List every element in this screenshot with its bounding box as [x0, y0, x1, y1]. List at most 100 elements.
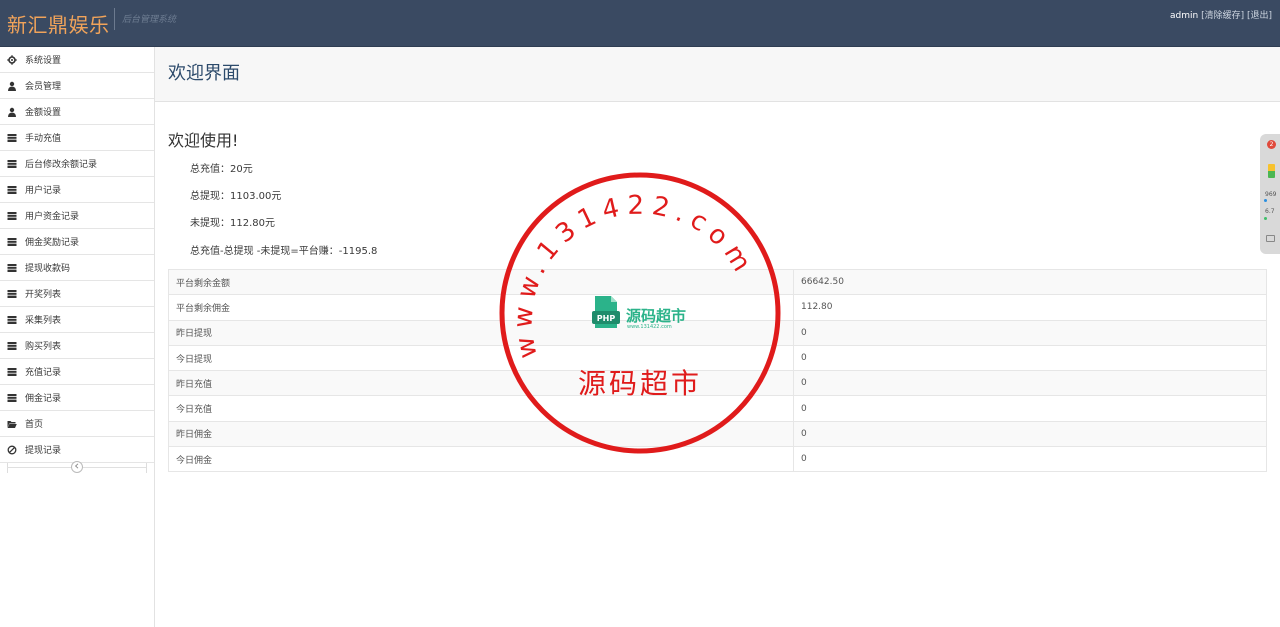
table-row: 今日充值 0 [168, 395, 1267, 422]
stat-total-recharge: 总充值：20元 [190, 164, 253, 175]
table-cell-label: 今日提现 [168, 344, 794, 372]
sidebar-item-label: 佣金记录 [25, 394, 62, 404]
sidebar-item-label: 提现收款码 [25, 264, 71, 274]
table-row: 平台剩余佣金 112.80 [168, 294, 1267, 321]
table-row: 今日提现 0 [168, 344, 1267, 372]
ban-icon [7, 445, 17, 455]
list-icon [7, 133, 17, 143]
status-dot-icon [1264, 199, 1267, 202]
list-icon [7, 341, 17, 351]
list-icon [7, 159, 17, 169]
sidebar-item-label: 用户记录 [25, 186, 62, 196]
sidebar-item-label: 手动充值 [25, 134, 62, 144]
brand-subtitle: 后台管理系统 [122, 15, 177, 25]
sidebar-item-label: 后台修改余额记录 [25, 160, 98, 170]
sidebar-item-label: 充值记录 [25, 368, 62, 378]
table-cell-value: 0 [793, 344, 1267, 372]
welcome-heading: 欢迎使用! [168, 131, 239, 150]
table-cell-label: 今日充值 [168, 395, 794, 422]
table-cell-label: 平台剩余佣金 [168, 294, 794, 321]
sidebar-item-label: 首页 [25, 420, 44, 430]
table-cell-value: 66642.50 [793, 268, 1267, 296]
sidebar-item-label: 购买列表 [25, 342, 62, 352]
sidebar-item-commission-records[interactable]: 佣金记录 [0, 385, 154, 411]
table-cell-value: 0 [793, 319, 1267, 346]
sidebar-item-label: 用户资金记录 [25, 212, 80, 222]
stat-pending-withdraw: 未提现：112.80元 [190, 218, 275, 229]
list-icon [7, 185, 17, 195]
sidebar-item-label: 金额设置 [25, 108, 62, 118]
collapse-bar-right [146, 463, 147, 473]
list-icon [7, 263, 17, 273]
table-row: 昨日提现 0 [168, 319, 1267, 346]
table-row: 昨日充值 0 [168, 370, 1267, 397]
table-row: 今日佣金 0 [168, 446, 1267, 473]
list-icon [7, 211, 17, 221]
page-title: 欢迎界面 [168, 63, 240, 84]
sidebar-item-label: 提现记录 [25, 446, 62, 456]
user-area: admin [清除缓存] [退出] [1170, 8, 1272, 21]
floating-monitor-widget[interactable]: 2 969 6.7 [1260, 134, 1280, 254]
signal-bars-icon [1268, 164, 1275, 178]
sidebar-item-label: 会员管理 [25, 82, 62, 92]
sidebar-item-commission-reward-records[interactable]: 佣金奖励记录 [0, 229, 154, 255]
widget-number-1: 969 [1265, 191, 1277, 198]
table-row: 昨日佣金 0 [168, 420, 1267, 448]
sidebar-item-purchase-list[interactable]: 购买列表 [0, 333, 154, 359]
sidebar-item-amount-settings[interactable]: 金额设置 [0, 99, 154, 125]
collapse-bar-left [7, 463, 8, 473]
sidebar-item-member-management[interactable]: 会员管理 [0, 73, 154, 99]
sidebar-item-system-settings[interactable]: 系统设置 [0, 47, 154, 73]
sidebar-item-label: 系统设置 [25, 56, 62, 66]
sidebar-item-user-fund-records[interactable]: 用户资金记录 [0, 203, 154, 229]
sidebar-collapse-button[interactable] [71, 461, 83, 473]
list-icon [7, 289, 17, 299]
table-cell-value: 0 [793, 395, 1267, 422]
user-icon [7, 107, 17, 117]
sidebar-item-withdraw-qrcode[interactable]: 提现收款码 [0, 255, 154, 281]
sidebar: 系统设置 会员管理 金额设置 手动充值 后台修改余额记录 用户记录 用户资金记录… [0, 47, 155, 627]
chevron-left-icon [74, 463, 80, 471]
table-cell-value: 0 [793, 420, 1267, 448]
sidebar-item-home[interactable]: 首页 [0, 411, 154, 437]
sidebar-item-collect-list[interactable]: 采集列表 [0, 307, 154, 333]
sidebar-item-recharge-records[interactable]: 充值记录 [0, 359, 154, 385]
list-icon [7, 315, 17, 325]
sidebar-item-label: 采集列表 [25, 316, 62, 326]
gear-icon [7, 54, 17, 65]
folder-open-icon [7, 419, 17, 429]
sidebar-item-user-records[interactable]: 用户记录 [0, 177, 154, 203]
page-header: 欢迎界面 [155, 47, 1280, 102]
table-cell-label: 昨日提现 [168, 319, 794, 346]
camera-icon[interactable] [1266, 235, 1275, 242]
status-dot-icon [1264, 217, 1267, 220]
notification-badge: 2 [1267, 140, 1276, 149]
sidebar-item-balance-edit-records[interactable]: 后台修改余额记录 [0, 151, 154, 177]
table-cell-value: 0 [793, 370, 1267, 397]
clear-cache-link[interactable]: [清除缓存] [1201, 11, 1244, 21]
brand-divider [114, 8, 115, 30]
top-navbar: 新汇鼎娱乐 后台管理系统 admin [清除缓存] [退出] [0, 0, 1280, 47]
list-icon [7, 393, 17, 403]
sidebar-item-label: 佣金奖励记录 [25, 238, 80, 248]
list-icon [7, 237, 17, 247]
stats-table: 平台剩余金额 66642.50 平台剩余佣金 112.80 昨日提现 0 今日提… [168, 268, 1267, 473]
table-cell-label: 平台剩余金额 [168, 268, 794, 296]
sidebar-collapse-bar [0, 461, 154, 489]
sidebar-item-label: 开奖列表 [25, 290, 62, 300]
widget-number-2: 6.7 [1265, 208, 1275, 215]
table-cell-label: 今日佣金 [168, 446, 794, 473]
sidebar-item-lottery-list[interactable]: 开奖列表 [0, 281, 154, 307]
table-cell-label: 昨日佣金 [168, 420, 794, 448]
user-icon [7, 81, 17, 91]
stat-total-withdraw: 总提现：1103.00元 [190, 191, 282, 202]
brand-title[interactable]: 新汇鼎娱乐 [7, 9, 110, 38]
table-cell-value: 112.80 [793, 294, 1267, 321]
list-icon [7, 367, 17, 377]
sidebar-item-manual-recharge[interactable]: 手动充值 [0, 125, 154, 151]
sidebar-item-withdraw-records[interactable]: 提现记录 [0, 437, 154, 463]
main-content: 欢迎界面 欢迎使用! 总充值：20元 总提现：1103.00元 未提现：112.… [155, 47, 1280, 627]
logout-link[interactable]: [退出] [1247, 11, 1272, 21]
table-cell-value: 0 [793, 446, 1267, 473]
table-cell-label: 昨日充值 [168, 370, 794, 397]
